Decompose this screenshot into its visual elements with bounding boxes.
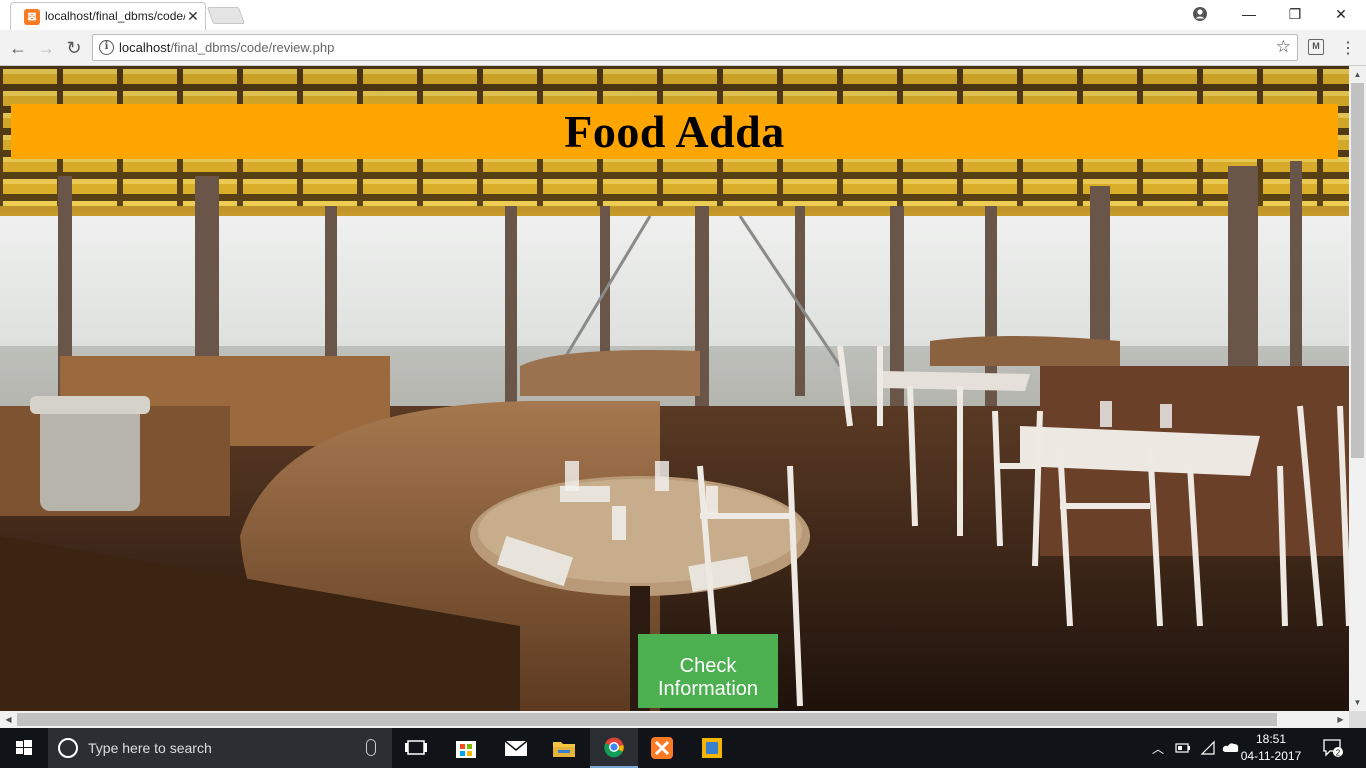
tray-chevron-icon[interactable]: ︿ [1152,740,1164,757]
info-icon[interactable]: i [99,40,114,55]
url-host: localhost [119,40,171,55]
close-window-button[interactable]: ✕ [1318,0,1364,30]
scroll-up-icon[interactable]: ▲ [1349,66,1366,83]
minimize-button[interactable]: — [1226,0,1272,30]
horizontal-scrollbar[interactable]: ◀ ▶ [0,711,1349,728]
mail-icon[interactable] [492,728,540,768]
microphone-icon[interactable] [366,739,376,756]
menu-icon[interactable]: ⋮ [1340,38,1356,58]
url-path: /final_dbms/code/review.php [170,40,335,55]
action-center-icon[interactable]: 2 [1322,738,1344,758]
clock-date: 04-11-2017 [1240,749,1302,763]
site-header-banner: Food Adda [11,104,1338,159]
vertical-scroll-thumb[interactable] [1351,83,1364,458]
taskbar-search-box[interactable]: Type here to search [48,728,392,768]
tab-title: localhost/final_dbms/code/review.php [45,9,185,23]
tab-close-icon[interactable]: ✕ [185,7,201,25]
reload-icon[interactable]: ↻ [62,36,86,60]
scrollbar-corner [1349,711,1366,728]
browser-toolbar: ← → ↻ i localhost/final_dbms/code/review… [0,30,1366,66]
scroll-down-icon[interactable]: ▼ [1349,694,1366,711]
onedrive-icon[interactable] [1222,741,1240,753]
page-title: Food Adda [564,106,785,157]
tab-strip: ⊠ localhost/final_dbms/code/review.php ✕… [0,0,1366,30]
check-information-button[interactable]: Check Information [638,634,778,708]
extension-icon[interactable]: M [1308,39,1324,55]
notification-count: 2 [1336,749,1341,758]
app-taskbar-icon[interactable] [688,728,736,768]
cortana-icon [58,738,78,758]
restaurant-background-image [0,66,1349,711]
search-placeholder: Type here to search [88,740,212,756]
windows-start-icon[interactable] [0,728,48,768]
star-icon[interactable]: ☆ [1276,37,1291,57]
address-bar[interactable]: i localhost/final_dbms/code/review.php ☆ [92,34,1298,61]
scroll-left-icon[interactable]: ◀ [0,711,17,728]
scroll-right-icon[interactable]: ▶ [1332,711,1349,728]
profile-icon[interactable] [1192,6,1208,22]
new-tab-button[interactable] [206,7,246,24]
back-icon[interactable]: ← [6,36,30,60]
store-icon[interactable] [442,728,490,768]
battery-icon[interactable] [1175,742,1191,754]
page-viewport: Food Adda Check Information [0,66,1349,711]
horizontal-scroll-thumb[interactable] [17,713,1277,726]
restore-button[interactable]: ❐ [1272,0,1318,30]
file-explorer-icon[interactable] [540,728,588,768]
url-text: localhost/final_dbms/code/review.php [119,40,334,55]
system-clock[interactable]: 18:51 04-11-2017 [1240,731,1302,765]
windows-taskbar: Type here to search ︿ 18:51 04-11-2017 2 [0,728,1366,768]
xampp-favicon-icon: ⊠ [24,9,40,25]
vertical-scrollbar[interactable]: ▲ ▼ [1349,66,1366,711]
forward-icon[interactable]: → [34,36,58,60]
wifi-icon[interactable] [1200,740,1216,756]
task-view-icon[interactable] [392,728,440,768]
clock-time: 18:51 [1255,732,1287,746]
chrome-taskbar-icon[interactable] [590,728,638,768]
xampp-taskbar-icon[interactable] [638,728,686,768]
browser-tab[interactable]: ⊠ localhost/final_dbms/code/review.php ✕ [10,2,206,30]
